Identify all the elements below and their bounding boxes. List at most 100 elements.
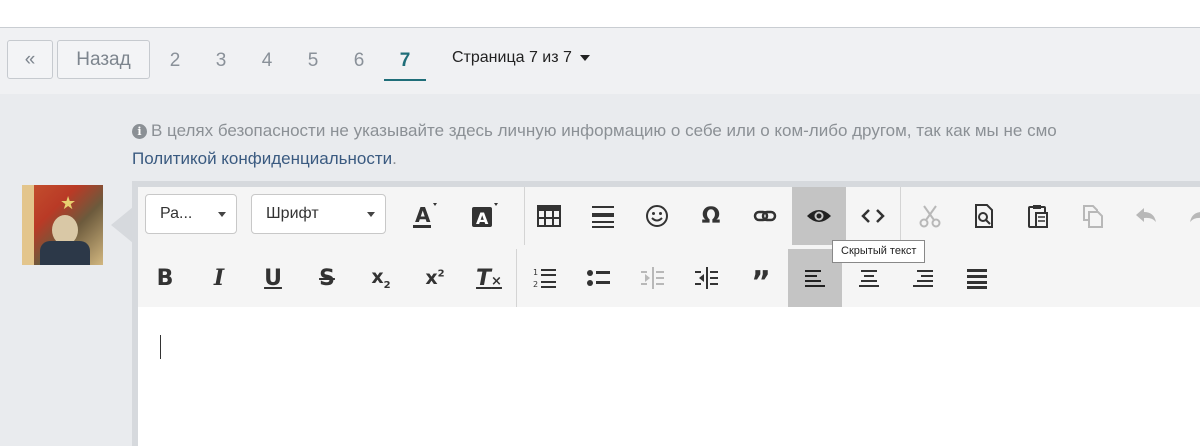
privacy-notice: i В целях безопасности не указывайте здес…: [132, 117, 1200, 173]
special-char-button[interactable]: Ω: [684, 187, 738, 245]
page-link-5[interactable]: 5: [298, 46, 328, 76]
info-icon: i: [132, 124, 147, 139]
copy-button[interactable]: [1065, 187, 1119, 245]
page-jump-label: Страница 7 из 7: [452, 49, 572, 66]
strikethrough-icon: S: [319, 265, 335, 291]
align-justify-icon: [967, 269, 987, 289]
text-cursor: [160, 335, 161, 359]
omega-icon: Ω: [701, 203, 721, 229]
bulleted-list-button[interactable]: [572, 249, 626, 307]
current-page-underline: [384, 79, 426, 81]
page-jump-select[interactable]: Страница 7 из 7: [452, 49, 590, 67]
page-link-current[interactable]: 7: [390, 46, 420, 76]
remove-format-button[interactable]: T×: [462, 249, 516, 307]
privacy-notice-suffix: .: [392, 149, 397, 168]
remove-format-icon: T×: [476, 265, 502, 291]
pagination-bar: « Назад 2 3 4 5 6 7: [0, 28, 1200, 94]
align-center-icon: [859, 270, 879, 287]
text-color-icon: A: [413, 203, 437, 228]
superscript-button[interactable]: x2: [408, 249, 462, 307]
table-button[interactable]: [522, 187, 576, 245]
bold-icon: B: [156, 265, 174, 291]
numbered-list-button[interactable]: 1 2: [518, 249, 572, 307]
editor-frame: Ра... Шрифт A A Ω B I U S x2 x2 T× 1 2 ”…: [138, 187, 1200, 446]
chevron-down-icon: [218, 212, 226, 217]
page-link-6[interactable]: 6: [344, 46, 374, 76]
hidden-text-button[interactable]: [792, 187, 846, 245]
background-color-button[interactable]: A: [456, 187, 510, 245]
copy-icon: [1083, 205, 1103, 228]
svg-text:2: 2: [533, 280, 538, 289]
outdent-button[interactable]: [626, 249, 680, 307]
editor-toolbar: Ра... Шрифт A A Ω B I U S x2 x2 T× 1 2 ”…: [138, 187, 1200, 307]
subscript-icon: x2: [371, 265, 391, 291]
hidden-text-tooltip: Скрытый текст: [832, 240, 926, 263]
indent-button[interactable]: [680, 249, 734, 307]
table-icon: [537, 205, 561, 227]
first-page-button[interactable]: «: [7, 40, 53, 79]
outdent-icon: [641, 267, 664, 289]
scissors-icon: [919, 205, 941, 228]
undo-icon: [1136, 208, 1156, 222]
chevron-down-icon: [367, 212, 375, 217]
subscript-button[interactable]: x2: [354, 249, 408, 307]
text-color-button[interactable]: A: [396, 187, 450, 245]
undo-button[interactable]: [1119, 187, 1173, 245]
paste-button[interactable]: [1011, 187, 1065, 245]
underline-icon: U: [264, 265, 282, 291]
clipboard-icon: [1028, 205, 1048, 228]
page-link-2[interactable]: 2: [160, 46, 190, 76]
avatar-body: [40, 241, 90, 265]
editor-content-area[interactable]: [138, 307, 1200, 446]
svg-text:1: 1: [533, 268, 538, 277]
link-icon: [753, 210, 777, 222]
star-icon: ★: [60, 193, 77, 213]
svg-text:A: A: [415, 203, 431, 227]
font-select[interactable]: Шрифт: [251, 194, 386, 234]
find-button[interactable]: [957, 187, 1011, 245]
chevron-down-icon: [579, 55, 590, 61]
strikethrough-button[interactable]: S: [300, 249, 354, 307]
cut-button[interactable]: [903, 187, 957, 245]
redo-button[interactable]: [1173, 187, 1200, 245]
redo-icon: [1190, 212, 1200, 222]
page-link-3[interactable]: 3: [206, 46, 236, 76]
align-right-icon: [913, 270, 933, 287]
italic-icon: I: [213, 265, 225, 291]
numbered-list-icon: 1 2: [533, 268, 556, 289]
smiley-button[interactable]: [630, 187, 684, 245]
superscript-icon: x2: [425, 267, 445, 289]
bulleted-list-icon: [587, 270, 610, 286]
link-button[interactable]: [738, 187, 792, 245]
top-bar: [0, 0, 1200, 28]
font-select-value: Шрифт: [266, 205, 319, 222]
blockquote-button[interactable]: ”: [734, 249, 788, 307]
indent-icon: [695, 267, 718, 289]
smiley-icon: [646, 205, 668, 227]
justify-button[interactable]: [950, 249, 1004, 307]
format-select-value: Ра...: [160, 205, 193, 222]
source-button[interactable]: [846, 187, 900, 245]
rich-text-editor: Ра... Шрифт A A Ω B I U S x2 x2 T× 1 2 ”…: [132, 181, 1200, 446]
privacy-notice-text: В целях безопасности не указывайте здесь…: [151, 121, 1057, 140]
horizontal-line-button[interactable]: [576, 187, 630, 245]
svg-text:A: A: [476, 209, 489, 228]
bold-button[interactable]: B: [138, 249, 192, 307]
align-left-icon: [805, 270, 825, 287]
document-search-icon: [975, 204, 993, 228]
avatar[interactable]: ★: [22, 185, 103, 265]
editor-pointer: [111, 207, 133, 243]
horizontal-line-icon: [592, 206, 614, 228]
back-button[interactable]: Назад: [57, 40, 150, 79]
eye-icon: [807, 210, 831, 222]
toolbar-separator: [900, 187, 901, 245]
quote-icon: ”: [751, 265, 771, 300]
underline-button[interactable]: U: [246, 249, 300, 307]
italic-button[interactable]: I: [192, 249, 246, 307]
format-select[interactable]: Ра...: [145, 194, 237, 234]
avatar-band: [22, 185, 34, 265]
background-color-icon: A: [472, 203, 498, 228]
privacy-policy-link[interactable]: Политикой конфиденциальности: [132, 149, 392, 168]
toolbar-separator: [516, 249, 517, 307]
page-link-4[interactable]: 4: [252, 46, 282, 76]
